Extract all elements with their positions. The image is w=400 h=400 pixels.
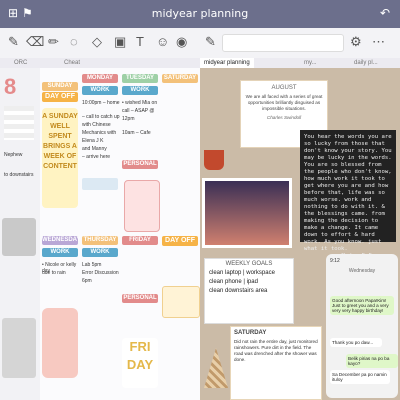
- more-icon[interactable]: ⋯: [372, 34, 385, 50]
- saturday-column: SATURDAY DAY OFF: [160, 68, 200, 400]
- friday-sticker: FRI DAY: [122, 338, 158, 388]
- phone-bubble-2: Belik pirias na po ba kayo?: [346, 354, 398, 368]
- goal-0: clean laptop | workspace: [209, 270, 275, 276]
- saturday-note: [162, 286, 200, 318]
- gray-sticker: [2, 218, 36, 256]
- thursday-work: WORK: [82, 248, 118, 257]
- quote-block: You hear the words you are so lucky from…: [300, 130, 396, 259]
- gray-sticker-2: [2, 318, 36, 378]
- side-column: 8 Nephew to downstairs: [0, 68, 40, 400]
- wednesday-line-1: due to rain: [42, 270, 66, 276]
- phone-bubble-3: Sa December pa po namin ituloy: [330, 370, 390, 384]
- phone-time: 9:12: [330, 258, 340, 264]
- title-bar: ⊞ ⚑ midyear planning ↶: [0, 0, 400, 28]
- tool-bar: ✎ ⌫ ✏ ◌ ◇ ▣ T ☺ ◉ ✎ ⚙ ⋯: [0, 28, 400, 59]
- note-2: to downstairs: [4, 172, 34, 178]
- saturday-header: SATURDAY: [162, 74, 198, 83]
- camera-icon[interactable]: ◉: [176, 34, 187, 50]
- quote-text: We are all faced with a series of great …: [245, 94, 323, 111]
- lasso-icon[interactable]: ◌: [70, 34, 78, 49]
- phone-screenshot: 9:12 Wednesday Good afternoon Papa!Kim! …: [326, 254, 398, 398]
- quote-author: Charles Swindoll: [266, 115, 302, 120]
- wednesday-work: WORK: [42, 248, 78, 257]
- window-title: midyear planning: [151, 7, 249, 20]
- image-icon[interactable]: ▣: [114, 34, 126, 50]
- wednesday-header: WEDNESDAY: [42, 236, 81, 245]
- pen-color-icon[interactable]: ✎: [205, 34, 216, 50]
- tab-bar: ORC Cheat midyear planning my... daily p…: [0, 58, 400, 68]
- tab-0[interactable]: ORC: [10, 58, 31, 68]
- thursday-line-2: 6pm: [82, 278, 92, 284]
- tab-2[interactable]: midyear planning: [200, 58, 254, 68]
- calendar-grid: [4, 106, 34, 140]
- sunset-photo: [202, 178, 292, 248]
- pen-icon[interactable]: ✎: [8, 34, 19, 50]
- eraser-icon[interactable]: ⌫: [26, 34, 44, 50]
- tab-4[interactable]: daily pl...: [350, 58, 382, 68]
- wednesday-column: WEDNESDAY WORK • Nicole or kelly day due…: [40, 68, 80, 400]
- tent-sticker: [204, 348, 228, 388]
- undo-icon[interactable]: ↶: [380, 6, 390, 20]
- weekly-goals-title: WEEKLY GOALS: [225, 261, 273, 267]
- thursday-header: THURSDAY: [82, 236, 118, 245]
- friday-personal: PERSONAL: [122, 294, 158, 303]
- left-page: 8 Nephew to downstairs SUNDAY DAY OFF A …: [0, 68, 200, 400]
- right-page: AUGUST We are all faced with a series of…: [200, 68, 400, 400]
- settings-icon[interactable]: ⚙: [350, 34, 362, 50]
- quote-heading: AUGUST: [271, 85, 297, 91]
- saturday-label: SATURDAY: [234, 330, 267, 336]
- phone-bubble-1: Thank you po daw...: [330, 338, 382, 347]
- cup-icon: [204, 150, 224, 170]
- phone-header: Wednesday: [348, 268, 376, 274]
- saturday-card: SATURDAY Did not rain the entire day, ju…: [230, 326, 322, 400]
- phone-bubble-0: Good afternoon Papa!Kim! Just to greet y…: [330, 296, 394, 315]
- goal-1: clean phone | ipad: [209, 279, 258, 285]
- tab-1[interactable]: Cheat: [60, 58, 84, 68]
- sticker-strip[interactable]: [222, 34, 344, 52]
- weekly-goals: WEEKLY GOALS clean laptop | workspace cl…: [204, 258, 294, 324]
- thursday-line-1: Error Discussion: [82, 270, 119, 276]
- text-icon[interactable]: T: [136, 34, 144, 49]
- note-1: Nephew: [4, 152, 23, 158]
- thursday-line-0: Lab 5pm: [82, 262, 102, 268]
- saturday-text: Did not rain the entire day, just monito…: [234, 339, 318, 362]
- quote-block-text: You hear the words you are so lucky from…: [304, 134, 392, 252]
- highlighter-icon[interactable]: ✏: [48, 34, 59, 50]
- tab-3[interactable]: my...: [300, 58, 321, 68]
- calendar-number: 8: [4, 74, 17, 99]
- shapes-icon[interactable]: ◇: [92, 34, 102, 50]
- photo-sticker: [42, 308, 78, 378]
- friday-header: FRIDAY: [122, 236, 158, 245]
- friday-column: FRIDAY PERSONAL FRI DAY: [120, 68, 160, 400]
- thursday-column: THURSDAY WORK Lab 5pm Error Discussion 6…: [80, 68, 120, 400]
- saturday-dayoff: DAY OFF: [162, 236, 198, 246]
- goal-2: clean downstairs area: [209, 288, 268, 294]
- sticker-icon[interactable]: ☺: [156, 34, 169, 49]
